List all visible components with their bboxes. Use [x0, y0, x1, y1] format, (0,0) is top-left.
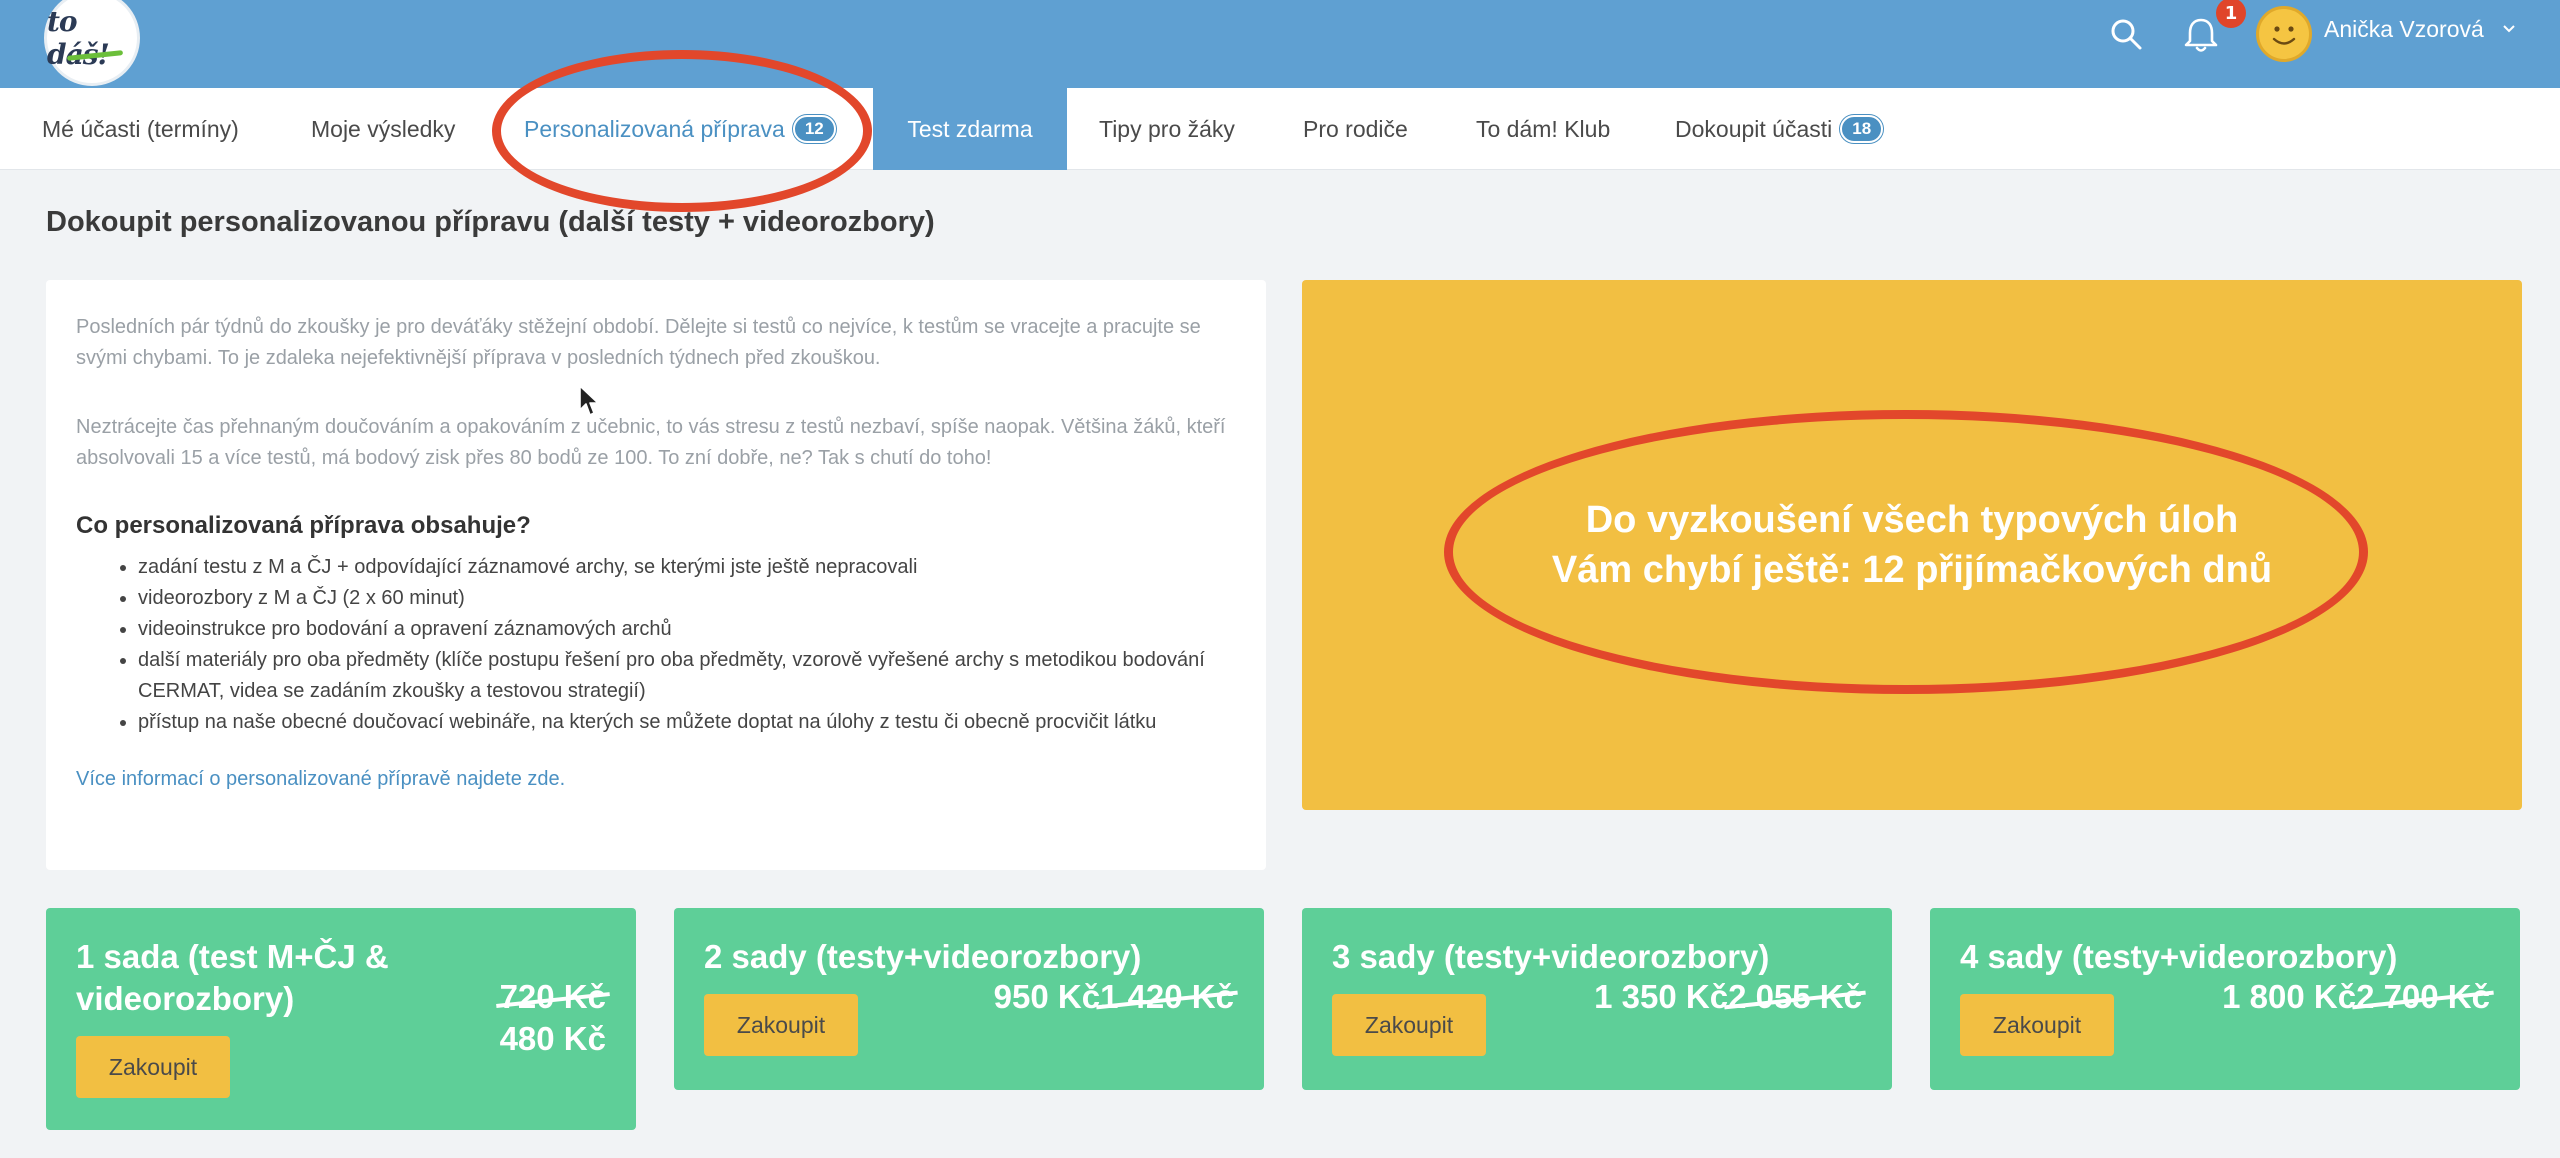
old-price: 1 420 Kč	[1100, 978, 1234, 1015]
tab-label: Pro rodiče	[1303, 115, 1408, 142]
site-logo[interactable]: to dáš!	[44, 0, 140, 86]
notification-badge: 1	[2216, 0, 2246, 28]
tab-label: Mé účasti (termíny)	[42, 115, 239, 142]
new-price: 950 Kč	[993, 978, 1101, 1015]
tab-label: Personalizovaná příprava	[524, 115, 785, 142]
promo-panel: Do vyzkoušení všech typových úloh Vám ch…	[1302, 280, 2522, 810]
card-title: 2 sady (testy+videorozbory)	[704, 938, 1142, 975]
new-price: 1 350 Kč	[1594, 978, 1729, 1015]
card-title: 1 sada (test M+ČJ & videorozbory)	[76, 938, 389, 1017]
promo-line-2: Vám chybí ještě: 12 přijímačkových dnů	[1551, 549, 2273, 591]
tab-to-dam-klub[interactable]: To dám! Klub	[1476, 88, 1610, 170]
list-item: videoinstrukce pro bodování a opravení z…	[138, 614, 1236, 645]
promo-line-1: Do vyzkoušení všech typových úloh	[1585, 499, 2239, 541]
tab-tipy-pro-zaky[interactable]: Tipy pro žáky	[1099, 88, 1235, 170]
buy-button[interactable]: Zakoupit	[704, 994, 858, 1056]
new-price: 1 800 Kč	[2222, 978, 2357, 1015]
card-title: 3 sady (testy+videorozbory)	[1332, 938, 1770, 975]
mouse-cursor-icon	[579, 385, 599, 416]
tab-label: To dám! Klub	[1476, 115, 1611, 142]
bell-icon[interactable]	[2180, 14, 2222, 56]
old-price: 2 700 Kč	[2356, 978, 2490, 1015]
new-price: 480 Kč	[499, 1020, 606, 1057]
list-item: přístup na naše obecné doučovací webinář…	[138, 707, 1236, 738]
list-item: zadání testu z M a ČJ + odpovídající záz…	[138, 552, 1236, 583]
tab-count-badge: 12	[792, 115, 836, 143]
tab-moje-ucasti[interactable]: Mé účasti (termíny)	[42, 88, 239, 170]
tab-count-badge: 18	[1840, 115, 1884, 143]
price-row: 1 800 Kč2 700 Kč	[2222, 978, 2490, 1016]
search-icon[interactable]	[2108, 16, 2144, 52]
tab-personalizovana-priprava[interactable]: Personalizovaná příprava 12	[524, 88, 836, 170]
contents-heading: Co personalizovaná příprava obsahuje?	[76, 512, 531, 539]
buy-button[interactable]: Zakoupit	[76, 1036, 230, 1098]
price-row: 950 Kč1 420 Kč	[994, 978, 1234, 1016]
old-price: 720 Kč	[499, 978, 606, 1015]
top-bar: to dáš! 1 Anička Vzorová	[0, 0, 2560, 88]
more-info-link[interactable]: Více informací o personalizované příprav…	[76, 768, 565, 791]
tab-test-zdarma[interactable]: Test zdarma	[873, 88, 1067, 170]
logo-text: to dáš!	[47, 5, 110, 71]
tab-label: Test zdarma	[907, 115, 1033, 142]
price-card-3-sets: 3 sady (testy+videorozbory) 1 350 Kč2 05…	[1302, 908, 1892, 1090]
price-card-1-set: 1 sada (test M+ČJ & videorozbory) 720 Kč…	[46, 908, 636, 1130]
page-title: Dokoupit personalizovanou přípravu (dalš…	[46, 206, 935, 238]
contents-list: zadání testu z M a ČJ + odpovídající záz…	[76, 552, 1236, 738]
price-card-4-sets: 4 sady (testy+videorozbory) 1 800 Kč2 70…	[1930, 908, 2520, 1090]
buy-button[interactable]: Zakoupit	[1960, 994, 2114, 1056]
promo-message: Do vyzkoušení všech typových úloh Vám ch…	[1302, 495, 2522, 595]
tab-label: Dokoupit účasti	[1675, 115, 1833, 142]
tab-label: Moje výsledky	[311, 115, 456, 142]
info-panel: Posledních pár týdnů do zkoušky je pro d…	[46, 280, 1266, 870]
avatar[interactable]	[2256, 6, 2312, 62]
tab-dokoupit-ucasti[interactable]: Dokoupit účasti 18	[1675, 88, 1884, 170]
chevron-down-icon[interactable]	[2500, 20, 2518, 38]
smiley-icon	[2272, 26, 2296, 45]
card-title: 4 sady (testy+videorozbory)	[1960, 938, 2398, 975]
tab-moje-vysledky[interactable]: Moje výsledky	[311, 88, 455, 170]
tab-label: Tipy pro žáky	[1099, 115, 1235, 142]
intro-paragraph-2: Neztrácejte čas přehnaným doučováním a o…	[76, 416, 1226, 469]
old-price: 2 055 Kč	[1728, 978, 1862, 1015]
user-name[interactable]: Anička Vzorová	[2324, 16, 2484, 43]
tab-pro-rodice[interactable]: Pro rodiče	[1303, 88, 1408, 170]
price-card-2-sets: 2 sady (testy+videorozbory) 950 Kč1 420 …	[674, 908, 1264, 1090]
list-item: videorozbory z M a ČJ (2 x 60 minut)	[138, 583, 1236, 614]
list-item: další materiály pro oba předměty (klíče …	[138, 645, 1236, 707]
price-row: 1 350 Kč2 055 Kč	[1594, 978, 1862, 1016]
buy-button[interactable]: Zakoupit	[1332, 994, 1486, 1056]
main-nav: Mé účasti (termíny) Moje výsledky Person…	[0, 88, 2560, 170]
intro-paragraph: Posledních pár týdnů do zkoušky je pro d…	[76, 316, 1201, 369]
